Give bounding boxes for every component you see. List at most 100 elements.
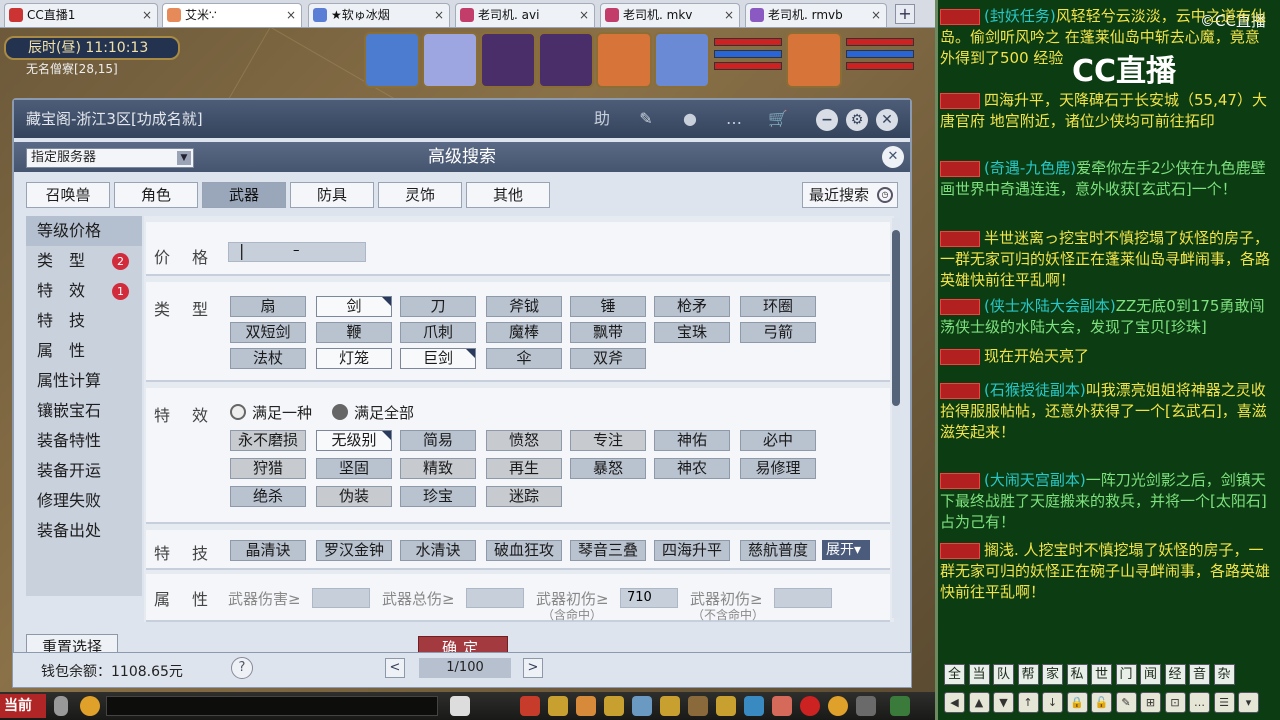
chat-icon[interactable]: … [722, 108, 746, 130]
chat-input[interactable] [106, 696, 438, 716]
type-chip[interactable]: 鞭 [316, 322, 392, 343]
chat-channel-button[interactable]: 私 [1066, 664, 1088, 685]
effect-chip[interactable]: 暴怒 [570, 458, 646, 479]
type-chip[interactable]: 魔棒 [486, 322, 562, 343]
shop-icon[interactable] [716, 696, 736, 716]
type-chip[interactable]: 锤 [570, 296, 646, 317]
sidebar-item-gems[interactable]: 镶嵌宝石 [26, 396, 142, 426]
type-chip[interactable]: 剑 [316, 296, 392, 317]
help-button[interactable]: ? [231, 657, 253, 679]
sidebar-item-type[interactable]: 类 型 2 [26, 246, 142, 276]
effect-chip[interactable]: 必中 [740, 430, 816, 451]
chat-channel-button[interactable]: 杂 [1213, 664, 1235, 685]
chat-tool-icon[interactable]: ↓ [1042, 692, 1063, 713]
tab-role[interactable]: 角色 [114, 182, 198, 208]
friends-icon[interactable] [632, 696, 652, 716]
effect-chip[interactable]: 绝杀 [230, 486, 306, 507]
close-tab-icon[interactable]: × [871, 4, 881, 26]
pet-icon[interactable] [450, 696, 470, 716]
expand-button[interactable]: 展开▾ [822, 540, 870, 560]
settings-button[interactable]: ⚙ [846, 109, 868, 131]
close-tab-icon[interactable]: × [142, 4, 152, 26]
browser-tab-cc[interactable]: CC直播1 × [4, 3, 158, 27]
content-scrollbar[interactable] [892, 218, 900, 618]
chat-tool-icon[interactable]: 🔓 [1091, 692, 1112, 713]
type-chip[interactable]: 法杖 [230, 348, 306, 369]
effect-chip[interactable]: 坚固 [316, 458, 392, 479]
scroll-thumb[interactable] [892, 230, 900, 406]
close-tab-icon[interactable]: × [724, 4, 734, 26]
effect-chip[interactable]: 专注 [570, 430, 646, 451]
type-chip[interactable]: 弓箭 [740, 322, 816, 343]
sidebar-item-level-price[interactable]: 等级价格 [26, 216, 142, 246]
system-icon[interactable] [856, 696, 876, 716]
attr-input[interactable] [466, 588, 524, 608]
browser-tab-mkv[interactable]: 老司机. mkv × [600, 3, 740, 27]
effect-chip[interactable]: 伪装 [316, 486, 392, 507]
smile-icon[interactable] [828, 696, 848, 716]
price-range-input[interactable]: | – [228, 241, 366, 262]
chat-tool-icon[interactable]: ▲ [968, 692, 990, 713]
chat-channel-button[interactable]: 经 [1164, 664, 1186, 685]
sidebar-item-traits[interactable]: 装备特性 [26, 426, 142, 456]
skill-chip[interactable]: 罗汉金钟 [316, 540, 392, 561]
skill-chip[interactable]: 水清诀 [400, 540, 476, 561]
pet-portrait[interactable] [480, 32, 536, 88]
chat-channel-button[interactable]: 帮 [1017, 664, 1039, 685]
chat-channel-button[interactable]: 当 [968, 664, 990, 685]
effect-chip[interactable]: 易修理 [740, 458, 816, 479]
emoji-icon[interactable] [80, 696, 100, 716]
chat-tool-icon[interactable]: ☰ [1213, 692, 1235, 713]
type-chip[interactable]: 双斧 [570, 348, 646, 369]
channel-current-button[interactable]: 当前 [0, 694, 46, 718]
recent-search-button[interactable]: 最近搜索 ◷ [802, 182, 898, 208]
sidebar-item-attr[interactable]: 属 性 [26, 336, 142, 366]
attr-input[interactable] [774, 588, 832, 608]
close-tab-icon[interactable]: × [434, 4, 444, 26]
next-page-button[interactable]: > [523, 658, 543, 678]
team-icon[interactable] [604, 696, 624, 716]
close-search-icon[interactable]: ✕ [882, 146, 904, 168]
chat-channel-button[interactable]: 闻 [1140, 664, 1161, 685]
chat-tool-icon[interactable]: 🔒 [1066, 692, 1088, 713]
effect-chip[interactable]: 神农 [654, 458, 730, 479]
chat-tool-icon[interactable]: ◀ [944, 692, 965, 713]
type-chip[interactable]: 斧钺 [486, 296, 562, 317]
chat-channel-button[interactable]: 世 [1091, 664, 1112, 685]
sidebar-item-attr-calc[interactable]: 属性计算 [26, 366, 142, 396]
browser-tab-rmvb[interactable]: 老司机. rmvb × [745, 3, 887, 27]
pet-portrait[interactable] [422, 32, 478, 88]
type-chip[interactable]: 枪矛 [654, 296, 730, 317]
close-tab-icon[interactable]: × [579, 4, 589, 26]
chat-tool-icon[interactable]: ↑ [1017, 692, 1039, 713]
skill-chip[interactable]: 晶清诀 [230, 540, 306, 561]
effect-chip[interactable]: 迷踪 [486, 486, 562, 507]
tab-ornament[interactable]: 灵饰 [378, 182, 462, 208]
help-icon[interactable]: 助 [590, 108, 614, 130]
chat-tool-icon[interactable]: ⊡ [1164, 692, 1186, 713]
type-chip[interactable]: 飘带 [570, 322, 646, 343]
sidebar-item-origin[interactable]: 装备出处 [26, 516, 142, 546]
pet-portrait[interactable] [654, 32, 710, 88]
type-chip[interactable]: 灯笼 [316, 348, 392, 369]
tab-weapon[interactable]: 武器 [202, 182, 286, 208]
type-chip[interactable]: 环圈 [740, 296, 816, 317]
chat-tool-icon[interactable]: … [1189, 692, 1210, 713]
cart-icon[interactable]: 🛒 [766, 108, 790, 130]
type-chip[interactable]: 宝珠 [654, 322, 730, 343]
map-icon[interactable] [744, 696, 764, 716]
tab-summon[interactable]: 召唤兽 [26, 182, 110, 208]
server-select[interactable]: 指定服务器 ▼ [26, 148, 194, 168]
sidebar-item-skill[interactable]: 特 技 [26, 306, 142, 336]
chat-tool-icon[interactable]: ▾ [1238, 692, 1259, 713]
sidebar-item-fortune[interactable]: 装备开运 [26, 456, 142, 486]
share-icon[interactable]: ✎ [634, 108, 658, 130]
effect-chip[interactable]: 精致 [400, 458, 476, 479]
chat-channel-button[interactable]: 门 [1115, 664, 1137, 685]
chat-tool-icon[interactable]: ▼ [993, 692, 1014, 713]
task-icon[interactable] [576, 696, 596, 716]
skill-icon[interactable] [548, 696, 568, 716]
microphone-icon[interactable] [54, 696, 68, 716]
skill-chip[interactable]: 琴音三叠 [570, 540, 646, 561]
browser-tab-aimi[interactable]: 艾米∵ × [162, 3, 302, 27]
